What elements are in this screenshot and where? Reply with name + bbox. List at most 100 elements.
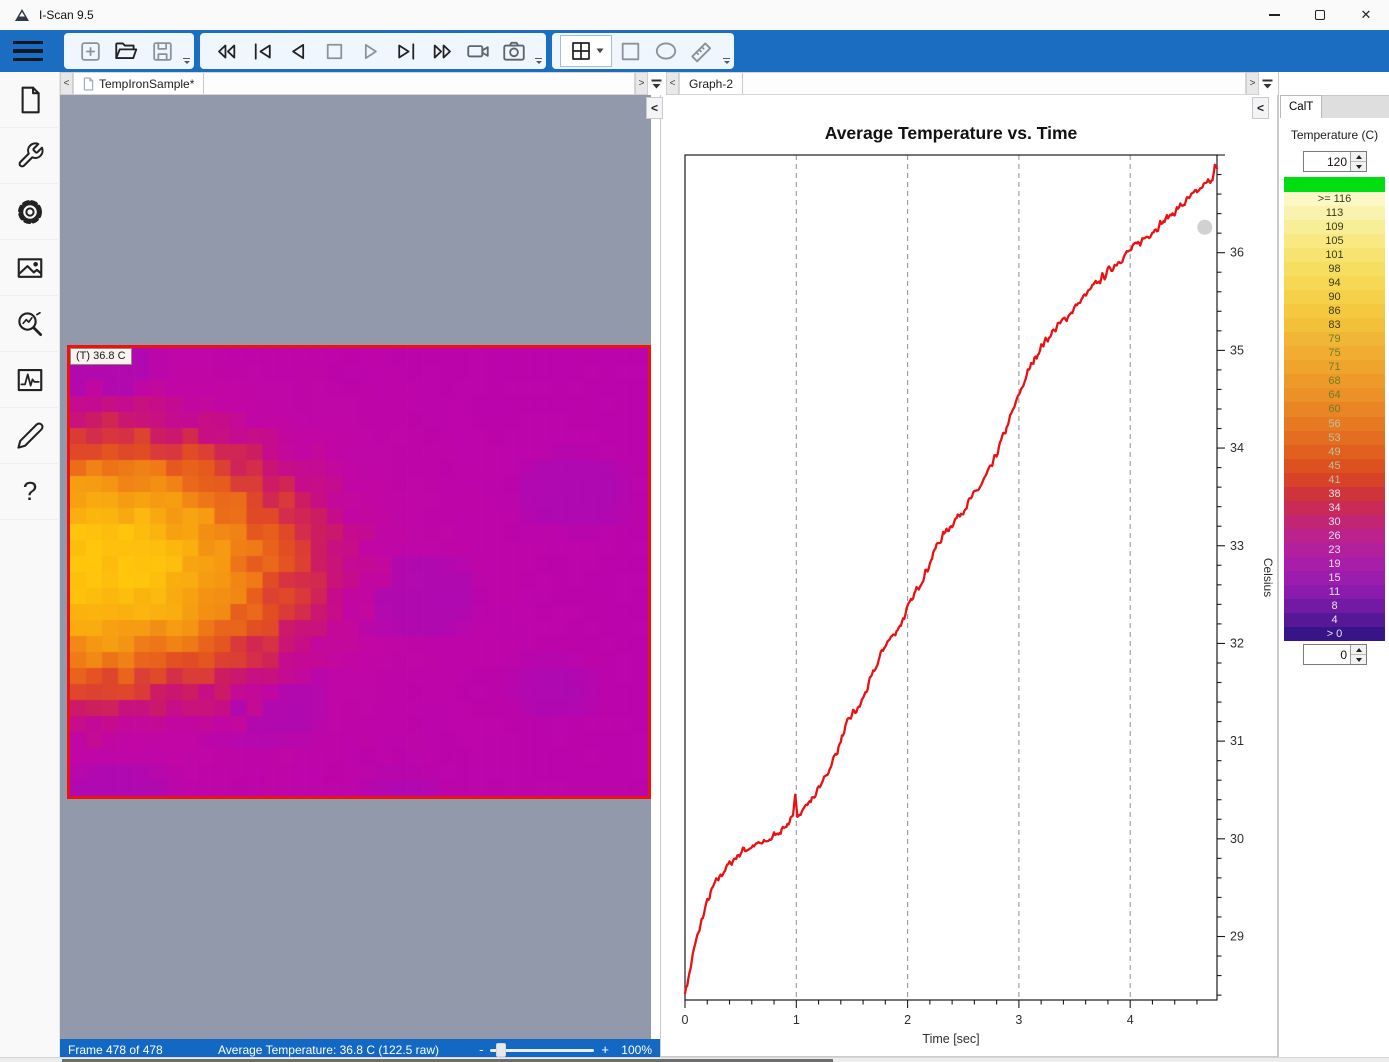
legend-scale-row: 79 [1284,332,1385,346]
app-logo-icon [13,7,31,23]
record-video-button[interactable] [460,35,496,67]
close-button[interactable]: ✕ [1343,0,1389,30]
magnifier-trend-icon [15,309,45,339]
toolbar-overflow-button[interactable] [534,58,543,67]
svg-text:2: 2 [904,1013,911,1027]
legend-scale-row: 64 [1284,388,1385,402]
tab-list-menu-button[interactable] [648,72,665,95]
grid-layout-button[interactable] [560,35,612,67]
arrow-down-icon [1356,165,1362,169]
tab-scroll-left-button[interactable]: < [666,72,679,95]
sidebar-item-graph[interactable] [0,352,60,408]
ellipse-tool-button[interactable] [648,35,684,67]
toolbar-group-tools [552,33,734,69]
skip-to-end-icon [394,39,419,64]
add-window-button[interactable] [72,35,108,67]
toolbar-overflow-button[interactable] [182,58,191,67]
add-window-icon [78,39,103,64]
fast-forward-button[interactable] [424,35,460,67]
toolbar-group-file [64,33,194,69]
previous-frame-button[interactable] [280,35,316,67]
frame-counter: Frame 478 of 478 [68,1043,198,1057]
spin-up-button[interactable] [1351,645,1366,655]
zoom-percentage: 100% [616,1043,652,1057]
main-toolbar [0,30,1389,72]
tab-list-menu-button[interactable] [1259,72,1276,95]
legend-panel: CalT Temperature (C) 120 >= 116113109105… [1278,72,1389,1057]
svg-text:Average Temperature vs. Time: Average Temperature vs. Time [825,123,1078,143]
open-file-button[interactable] [108,35,144,67]
rectangle-tool-button[interactable] [612,35,648,67]
first-frame-button[interactable] [244,35,280,67]
snapshot-button[interactable] [496,35,532,67]
svg-text:36: 36 [1230,246,1244,260]
save-icon [150,39,175,64]
tab-scroll-right-button[interactable]: > [635,72,648,95]
play-button[interactable] [352,35,388,67]
sidebar-item-image[interactable] [0,240,60,296]
toolbar-overflow-button[interactable] [722,58,731,67]
rewind-icon [214,39,239,64]
spin-down-button[interactable] [1351,162,1366,171]
minimize-button[interactable] [1251,0,1297,30]
ruler-tool-button[interactable] [684,35,720,67]
collapse-image-panel-button[interactable]: < [646,97,663,119]
zoom-out-button[interactable]: - [479,1042,483,1057]
legend-subtab-row: CalT [1280,95,1389,118]
svg-text:1: 1 [793,1013,800,1027]
photo-camera-icon [501,38,527,64]
legend-scale-row: 4 [1284,613,1385,627]
video-camera-icon [465,38,491,64]
sidebar-item-tools[interactable] [0,128,60,184]
sidebar-item-settings[interactable] [0,184,60,240]
image-tabbar: < TempIronSample* > [60,72,665,95]
legend-max-value[interactable]: 120 [1304,152,1350,171]
subtab-filler [1322,95,1389,118]
image-icon [15,253,45,283]
last-frame-button[interactable] [388,35,424,67]
graph-tabbar: < Graph-2 > [666,72,1276,95]
legend-max-spinbox[interactable]: 120 [1303,151,1367,172]
legend-color-scale: >= 1161131091051019894908683797571686460… [1284,177,1385,641]
legend-scale-row: 94 [1284,276,1385,290]
zoom-control: - + 100% [479,1042,654,1057]
collapse-graph-panel-button[interactable]: < [1252,97,1269,119]
sidebar-item-file[interactable] [0,72,60,128]
spin-arrows [1350,645,1366,664]
sidebar-item-analyze[interactable] [0,296,60,352]
rewind-button[interactable] [208,35,244,67]
main-menu-button[interactable] [0,30,56,72]
sidebar-item-annotate[interactable] [0,408,60,464]
legend-scale-row: 49 [1284,445,1385,459]
zoom-slider[interactable] [490,1043,594,1057]
chart-icon [15,365,45,395]
spin-down-button[interactable] [1351,655,1366,664]
tab-label: TempIronSample* [99,77,194,91]
wrench-icon [16,141,45,170]
legend-min-value[interactable]: 0 [1304,645,1350,664]
tab-graph-2[interactable]: Graph-2 [680,73,743,94]
legend-min-spinbox[interactable]: 0 [1303,644,1367,665]
zoom-in-button[interactable]: + [601,1042,609,1057]
sidebar-item-help[interactable]: ? [0,464,60,520]
tab-tempironsample[interactable]: TempIronSample* [74,73,204,94]
legend-scale-row: 90 [1284,290,1385,304]
chevron-down-icon [596,48,604,54]
arrow-down-icon [1356,658,1362,662]
tab-scroll-left-button[interactable]: < [60,72,73,95]
open-folder-icon [113,38,139,64]
legend-scale-row: 113 [1284,206,1385,220]
legend-scale-row: 38 [1284,487,1385,501]
skip-to-start-icon [250,39,275,64]
stop-button[interactable] [316,35,352,67]
spin-up-button[interactable] [1351,152,1366,162]
save-file-button[interactable] [144,35,180,67]
zoom-slider-handle[interactable] [496,1043,506,1057]
thermal-image[interactable] [70,348,648,796]
tab-scroll-right-button[interactable]: > [1246,72,1259,95]
subtab-calt[interactable]: CalT [1280,95,1322,118]
thermal-roi[interactable]: (T) 36.8 C [67,345,651,799]
svg-text:31: 31 [1230,734,1244,748]
maximize-button[interactable] [1297,0,1343,30]
legend-scale-row: 83 [1284,318,1385,332]
